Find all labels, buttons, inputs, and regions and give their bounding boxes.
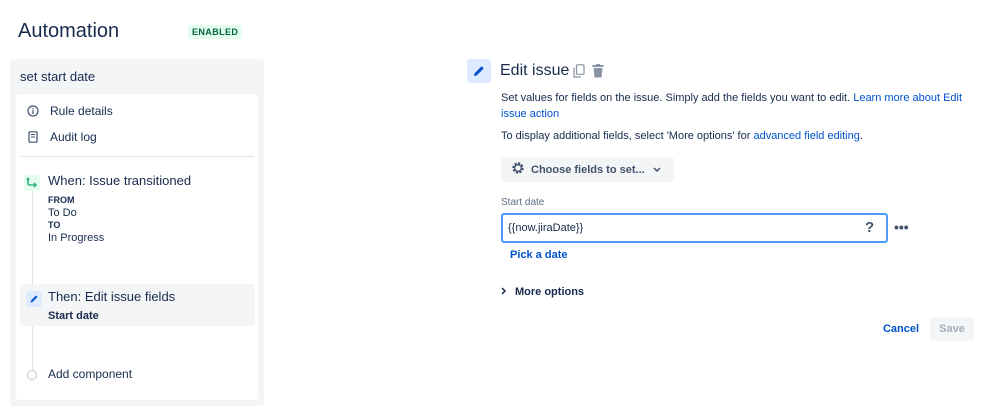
more-options-label: More options [515,286,585,298]
pencil-icon [467,59,491,83]
more-options-toggle[interactable]: More options [501,286,584,298]
sidebar-item-audit-log[interactable]: Audit log [26,127,97,147]
sidebar-item-label: Rule details [50,104,113,118]
editor-title: Edit issue [500,62,570,79]
sidebar-item-rule-details[interactable]: Rule details [26,101,113,121]
note-text: To display additional fields, select 'Mo… [501,130,751,142]
pencil-icon [26,291,42,307]
from-label: FROM [48,195,75,205]
copy-icon[interactable] [573,64,585,83]
gear-icon [511,161,525,178]
to-label: TO [48,220,61,230]
save-button[interactable]: Save [930,317,974,341]
divider [21,156,254,157]
rule-components: Rule details Audit log When: Issue trans… [16,94,258,400]
description-text: Set values for fields on the issue. Simp… [501,92,851,104]
editor-description: Set values for fields on the issue. Simp… [501,90,981,122]
cancel-button[interactable]: Cancel [875,317,927,341]
transition-icon [24,175,40,191]
sidebar-item-label: Audit log [50,130,97,144]
to-value: In Progress [48,232,105,244]
status-badge: ENABLED [188,25,243,39]
info-icon [26,104,40,118]
rule-panel: set start date Rule details Audit log Wh… [10,59,264,406]
action-component[interactable]: Then: Edit issue fields Start date [20,284,255,326]
document-icon [26,130,40,144]
add-component-button[interactable]: Add component [48,367,132,381]
chevron-right-icon [501,286,507,298]
delete-icon[interactable] [592,64,604,83]
note-suffix: . [859,130,863,142]
add-component-dot [27,370,37,380]
start-date-input[interactable] [501,213,888,243]
advanced-field-editing-link[interactable]: advanced field editing [753,130,859,142]
start-date-label: Start date [501,197,545,208]
trigger-title: When: Issue transitioned [48,173,192,188]
chevron-down-icon [653,164,661,176]
choose-fields-button[interactable]: Choose fields to set... [501,157,674,182]
page-title: Automation [18,20,120,42]
from-value: To Do [48,207,77,219]
timeline-connector [32,184,33,374]
more-actions-icon[interactable]: ••• [894,219,909,235]
pick-date-link[interactable]: Pick a date [510,249,567,261]
editor-note: To display additional fields, select 'Mo… [501,130,863,142]
choose-fields-label: Choose fields to set... [531,163,645,176]
help-icon[interactable]: ? [865,219,874,236]
action-title: Then: Edit issue fields [48,289,176,304]
action-subtitle: Start date [48,310,99,322]
rule-name: set start date [20,69,96,84]
